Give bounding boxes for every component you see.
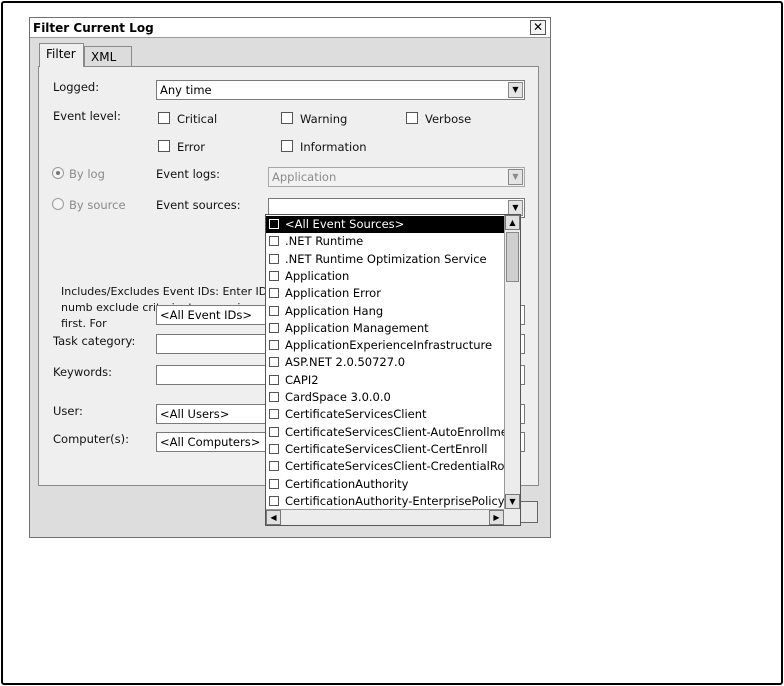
scroll-thumb[interactable] [506,232,519,282]
list-item-checkbox[interactable] [269,426,279,437]
list-item-label: Application Hang [285,303,384,318]
list-item-label: ASP.NET 2.0.50727.0 [285,355,406,370]
list-item-label: Application Management [285,320,429,335]
event-level-label: Event level: [53,109,121,123]
list-item[interactable]: CardSpace 3.0.0.0 [266,389,504,406]
logged-label: Logged: [53,80,100,94]
error-label: Error [177,140,206,154]
list-item-checkbox[interactable] [269,495,279,506]
event-logs-label: Event logs: [156,167,220,181]
list-item-label: CertificateServicesClient-AutoEnrollment [285,424,504,439]
list-item-checkbox[interactable] [269,340,279,351]
list-item-checkbox[interactable] [269,253,279,264]
error-checkbox[interactable] [158,140,170,152]
scroll-up-icon[interactable]: ▲ [505,215,520,230]
tab-filter[interactable]: Filter [39,43,84,67]
list-item-checkbox[interactable] [269,392,279,402]
horizontal-scrollbar[interactable]: ◀ ▶ [266,509,504,525]
chevron-down-icon[interactable]: ▼ [508,82,523,98]
list-item-checkbox[interactable] [269,374,279,385]
list-item-label: CertificationAuthority [285,476,409,491]
user-label: User: [53,404,83,418]
list-item[interactable]: Application Error [266,285,504,302]
list-item-checkbox[interactable] [269,443,279,454]
list-item-checkbox[interactable] [269,270,279,281]
list-item-checkbox[interactable] [269,236,279,247]
scroll-corner [504,509,520,525]
scroll-right-icon[interactable]: ▶ [489,510,504,525]
list-item-label: CAPI2 [285,372,319,387]
event-sources-label: Event sources: [156,198,241,212]
by-log-radio[interactable] [52,167,64,179]
title-bar: Filter Current Log ✕ [30,18,550,38]
list-item[interactable]: Application Management [266,320,504,337]
information-checkbox[interactable] [281,140,293,152]
list-item-checkbox[interactable] [269,288,279,299]
list-item[interactable]: ApplicationExperienceInfrastructure [266,337,504,354]
list-item[interactable]: CertificationAuthority-EnterprisePolicy [266,493,504,510]
dialog-title: Filter Current Log [33,21,154,35]
list-item[interactable]: CertificateServicesClient-CertEnroll [266,441,504,458]
by-source-label: By source [69,198,126,212]
event-ids-value: <All Event IDs> [160,308,253,322]
list-item-label: CertificationAuthority-EnterprisePolicy [285,493,504,508]
list-item[interactable]: Application Hang [266,303,504,320]
warning-label: Warning [300,112,348,126]
warning-checkbox[interactable] [281,112,293,124]
chevron-down-icon: ▼ [508,169,523,185]
logged-dropdown[interactable]: Any time ▼ [156,80,525,100]
event-logs-value: Application [272,170,337,184]
list-item[interactable]: CertificateServicesClient-CredentialRoam… [266,458,504,475]
list-item[interactable]: ASP.NET 2.0.50727.0 [266,354,504,371]
user-value: <All Users> [160,407,230,421]
verbose-checkbox[interactable] [406,112,418,124]
list-item-label: .NET Runtime [285,234,364,249]
computers-value: <All Computers> [160,435,261,449]
tab-xml[interactable]: XML [84,46,132,68]
list-item-label: CertificateServicesClient-CredentialRoam… [285,459,504,474]
list-item-label: Application [285,268,350,283]
close-button[interactable]: ✕ [530,20,546,35]
list-item[interactable]: CertificationAuthority [266,476,504,493]
list-item-checkbox[interactable] [269,305,279,316]
list-item-label: CertificateServicesClient [285,407,427,422]
list-item-checkbox[interactable] [269,461,279,472]
list-item-checkbox[interactable] [269,357,279,368]
critical-label: Critical [177,112,218,126]
event-sources-list[interactable]: <All Event Sources> .NET Runtime .NET Runt… [265,214,521,526]
list-item[interactable]: CertificateServicesClient [266,406,504,423]
by-source-radio[interactable] [52,198,64,210]
list-item[interactable]: CAPI2 [266,372,504,389]
scroll-down-icon[interactable]: ▼ [505,494,520,509]
list-item-label: .NET Runtime Optimization Service [285,251,487,266]
vertical-scrollbar[interactable]: ▲ ▼ [504,215,520,509]
list-item[interactable]: CertificateServicesClient-AutoEnrollment [266,424,504,441]
list-item[interactable]: <All Event Sources> [266,216,504,233]
list-item-checkbox[interactable] [269,219,279,229]
list-item-checkbox[interactable] [269,409,279,420]
event-logs-dropdown: Application ▼ [268,167,525,187]
list-item-checkbox[interactable] [269,322,279,333]
list-item-label: Application Error [285,286,381,301]
logged-value: Any time [160,83,212,97]
list-item-label: <All Event Sources> [285,217,405,231]
list-item[interactable]: Application [266,268,504,285]
task-category-label: Task category: [53,334,136,348]
scroll-left-icon[interactable]: ◀ [266,510,281,525]
critical-checkbox[interactable] [158,112,170,124]
by-log-label: By log [69,167,105,181]
information-label: Information [300,140,367,154]
list-item-label: CardSpace 3.0.0.0 [285,390,391,404]
keywords-label: Keywords: [53,365,112,379]
list-item-checkbox[interactable] [269,478,279,489]
computers-label: Computer(s): [53,432,130,446]
verbose-label: Verbose [425,112,472,126]
list-item-label: ApplicationExperienceInfrastructure [285,338,493,353]
list-item[interactable]: .NET Runtime Optimization Service [266,251,504,268]
list-item[interactable]: .NET Runtime [266,233,504,250]
list-item-label: CertificateServicesClient-CertEnroll [285,441,488,456]
